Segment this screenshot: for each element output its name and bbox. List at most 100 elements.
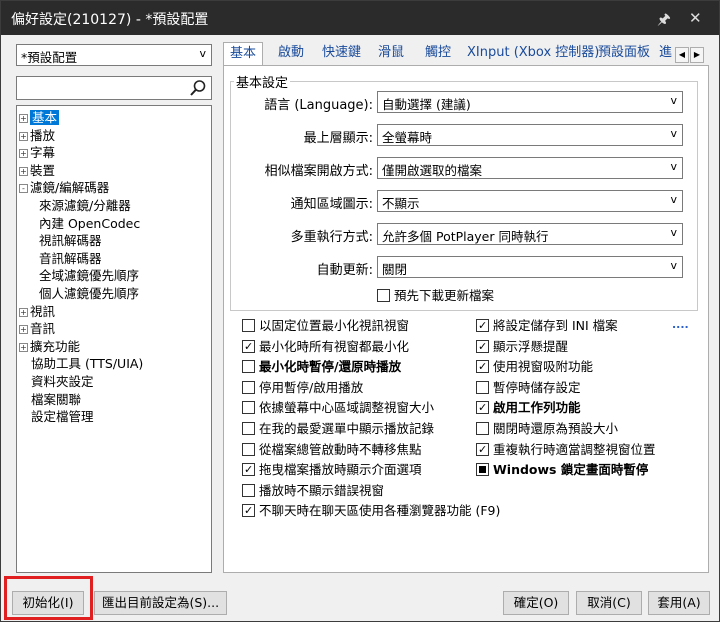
field-select[interactable]: 不顯示 v — [377, 190, 683, 212]
checkbox-box[interactable] — [476, 401, 489, 415]
search-input[interactable] — [16, 76, 212, 100]
option-checkbox[interactable]: Windows 鎖定畫面時暫停 — [476, 462, 648, 478]
option-checkbox[interactable]: 依據螢幕中心區域調整視窗大小 — [242, 400, 434, 416]
expand-icon[interactable]: + — [19, 166, 28, 176]
tab-scroll-left-icon[interactable]: ◀ — [675, 47, 689, 63]
checkbox-box[interactable] — [242, 442, 255, 456]
option-checkbox[interactable]: 使用視窗吸附功能 — [476, 359, 593, 375]
option-checkbox[interactable]: 停用暫停/啟用播放 — [242, 380, 363, 396]
field-select[interactable]: 全螢幕時 v — [377, 124, 683, 146]
tree-item-label: 來源濾鏡/分離器 — [39, 198, 131, 213]
tab-scroll-right-icon[interactable]: ▶ — [690, 47, 704, 63]
tree-item[interactable]: 檔案關聯 — [31, 391, 81, 408]
expand-icon[interactable]: + — [19, 342, 28, 352]
option-checkbox[interactable]: 啟用工作列功能 — [476, 400, 581, 416]
tree-item[interactable]: + 音訊 — [19, 320, 55, 337]
tab-default-panel[interactable]: 預設面板 — [592, 42, 656, 66]
field-label: 通知區域圖示: — [290, 197, 373, 212]
checkbox-box[interactable] — [242, 339, 255, 353]
checkbox-box[interactable] — [242, 422, 255, 435]
checkbox-box[interactable] — [476, 339, 489, 353]
option-label: 依據螢幕中心區域調整視窗大小 — [259, 400, 435, 416]
export-settings-button[interactable]: 匯出目前設定為(S)... — [94, 591, 227, 615]
option-checkbox[interactable]: 最小化時暫停/還原時播放 — [242, 359, 401, 375]
title-bar[interactable]: 偏好設定(210127) - *預設配置 🖈 ✕ — [1, 1, 719, 35]
option-checkbox[interactable]: 從檔案總管啟動時不轉移焦點 — [242, 442, 422, 458]
option-checkbox[interactable]: 關閉時還原為預設大小 — [476, 421, 618, 437]
field-select[interactable]: 關閉 v — [377, 256, 683, 278]
checkbox-box[interactable] — [476, 463, 489, 477]
tab-basic[interactable]: 基本 — [223, 42, 264, 66]
ini-more-button[interactable]: .... — [672, 318, 689, 331]
checkbox-box[interactable] — [242, 380, 255, 394]
field-select[interactable]: 僅開啟選取的檔案 v — [377, 157, 683, 179]
tree-item[interactable]: + 字幕 — [19, 144, 55, 161]
tree-item[interactable]: 內建 OpenCodec — [39, 215, 140, 232]
settings-tree[interactable]: + 基本 + 播放 + 字幕 + 裝置 - 濾鏡/編解碼器 來源濾鏡/分離器 內建 OpenCodec… — [16, 105, 212, 573]
expand-icon[interactable]: + — [19, 131, 28, 141]
checkbox-box[interactable] — [476, 380, 489, 394]
option-checkbox[interactable]: 不聊天時在聊天區使用各種瀏覽器功能 (F9) — [242, 503, 500, 519]
checkbox-box[interactable] — [476, 422, 489, 435]
option-checkbox[interactable]: 以固定位置最小化視訊視窗 — [242, 318, 409, 334]
tab-touch[interactable]: 觸控 — [419, 42, 457, 66]
ok-button[interactable]: 確定(O) — [503, 591, 569, 615]
tree-item[interactable]: 設定檔管理 — [31, 408, 94, 425]
tree-item[interactable]: - 濾鏡/編解碼器 — [19, 179, 109, 196]
checkbox-box[interactable] — [377, 289, 390, 302]
option-checkbox[interactable]: 在我的最愛選單中顯示播放記錄 — [242, 421, 434, 437]
checkbox-box[interactable] — [476, 319, 489, 332]
tree-item[interactable]: + 擴充功能 — [19, 338, 80, 355]
tree-item-label: 基本 — [30, 110, 60, 125]
tree-item[interactable]: 來源濾鏡/分離器 — [39, 197, 131, 214]
tree-item[interactable]: + 裝置 — [19, 162, 55, 179]
option-checkbox[interactable]: 暫停時儲存設定 — [476, 380, 581, 396]
option-checkbox[interactable]: 顯示浮懸提醒 — [476, 339, 568, 355]
option-checkbox[interactable]: 將設定儲存到 INI 檔案 — [476, 318, 618, 334]
tree-item[interactable]: 資料夾設定 — [31, 373, 94, 390]
checkbox-box[interactable] — [242, 319, 255, 332]
expand-icon[interactable]: + — [19, 149, 28, 159]
tree-item[interactable]: 視訊解碼器 — [39, 232, 102, 249]
checkbox-box[interactable] — [476, 360, 489, 374]
field-value: 自動選擇 (建議) — [382, 97, 471, 112]
search-icon[interactable] — [189, 79, 207, 97]
option-checkbox[interactable]: 最小化時所有視窗都最小化 — [242, 339, 409, 355]
tree-item[interactable]: 音訊解碼器 — [39, 250, 102, 267]
expand-icon[interactable]: + — [19, 307, 28, 317]
options-divider — [230, 310, 698, 311]
tab-mouse[interactable]: 滑鼠 — [372, 42, 410, 66]
checkbox-box[interactable] — [242, 483, 255, 497]
checkbox-box[interactable] — [242, 401, 255, 415]
predownload-checkbox[interactable]: 預先下載更新檔案 — [377, 288, 494, 304]
collapse-icon[interactable]: - — [19, 184, 28, 194]
option-checkbox[interactable]: 播放時不顯示錯誤視窗 — [242, 483, 384, 499]
close-icon[interactable]: ✕ — [689, 9, 702, 27]
tree-item-label: 設定檔管理 — [31, 409, 94, 425]
checkbox-box[interactable] — [242, 360, 255, 374]
expand-icon[interactable]: + — [19, 325, 28, 335]
tab-shortcuts[interactable]: 快速鍵 — [316, 42, 367, 66]
chevron-down-icon: v — [670, 193, 677, 206]
tree-item[interactable]: + 視訊 — [19, 303, 55, 320]
cancel-button[interactable]: 取消(C) — [576, 591, 642, 615]
pin-icon[interactable]: 🖈 — [657, 9, 671, 34]
field-select[interactable]: 自動選擇 (建議) v — [377, 91, 683, 113]
tab-xinput[interactable]: XInput (Xbox 控制器) — [461, 42, 605, 66]
expand-icon[interactable]: + — [19, 114, 28, 123]
tree-item[interactable]: 個人濾鏡優先順序 — [39, 285, 139, 302]
checkbox-box[interactable] — [476, 442, 489, 456]
tab-startup[interactable]: 啟動 — [272, 42, 310, 66]
apply-button[interactable]: 套用(A) — [648, 591, 710, 615]
tree-item[interactable]: 全域濾鏡優先順序 — [39, 267, 139, 284]
tree-item[interactable]: + 播放 — [19, 127, 55, 144]
field-select[interactable]: 允許多個 PotPlayer 同時執行 v — [377, 223, 683, 245]
checkbox-box[interactable] — [242, 504, 255, 518]
tree-item[interactable]: 協助工具 (TTS/UIA) — [31, 355, 143, 372]
option-checkbox[interactable]: 重複執行時適當調整視窗位置 — [476, 442, 656, 458]
tree-item[interactable]: + 基本 — [19, 109, 60, 126]
option-checkbox[interactable]: 拖曳檔案播放時顯示介面選項 — [242, 462, 422, 478]
checkbox-box[interactable] — [242, 463, 255, 477]
preset-select[interactable]: *預設配置 v — [16, 44, 212, 66]
tab-advanced[interactable]: 進 — [657, 42, 675, 66]
